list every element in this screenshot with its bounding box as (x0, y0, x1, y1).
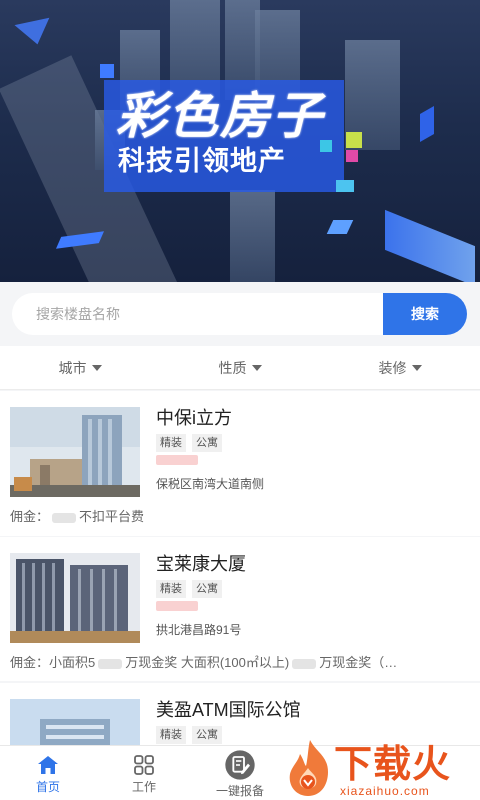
tab-work[interactable]: 工作 (96, 746, 192, 800)
caret-down-icon (251, 365, 262, 371)
filter-label: 性质 (218, 359, 247, 376)
banner-square (346, 150, 358, 162)
banner-square (336, 180, 354, 192)
commission-suffix: 万现金奖（… (319, 655, 398, 670)
listing-name: 宝莱康大厦 (156, 554, 246, 574)
watermark: 下载火 xiazaihuo.com (282, 738, 480, 800)
listing-photo (10, 699, 140, 745)
banner-shape (385, 209, 475, 282)
listing-card[interactable]: 宝莱康大厦 精装 公寓 拱北港昌路91号 佣金：小面积5 万现金奖 大面积(100… (0, 537, 480, 681)
tab-label: 首页 (35, 780, 60, 794)
listing-tag: 精装 (156, 434, 186, 452)
listing-tag: 公寓 (192, 726, 222, 744)
redacted-value (52, 512, 77, 523)
listing-tag: 精装 (156, 726, 186, 744)
tab-label: 工作 (131, 780, 156, 794)
filter-decoration[interactable]: 装修 (320, 346, 480, 389)
redacted-value (292, 658, 317, 669)
caret-down-icon (91, 365, 102, 371)
commission-middle: 万现金奖 大面积(100㎡以上) (125, 655, 290, 670)
watermark-url: xiazaihuo.com (340, 784, 430, 798)
banner-building (230, 190, 275, 282)
filter-label: 城市 (58, 359, 87, 376)
home-icon (38, 756, 58, 774)
flame-logo-icon (289, 740, 328, 796)
banner-shape (14, 3, 56, 45)
listing-photo (10, 407, 140, 497)
filter-city[interactable]: 城市 (0, 346, 160, 389)
banner-square (100, 64, 114, 78)
listing-address: 拱北港昌路91号 (156, 623, 242, 637)
listing-commission: 佣金： 不扣平台费 (10, 508, 465, 526)
search-input[interactable] (12, 293, 392, 335)
caret-down-icon (411, 365, 422, 371)
listing-commission: 佣金：小面积5 万现金奖 大面积(100㎡以上) 万现金奖（… (10, 654, 465, 672)
listing-card[interactable]: 美盈ATM国际公馆 精装 公寓 (0, 683, 480, 745)
listing-tags: 精装 公寓 (156, 580, 222, 598)
listing-tags: 精装 公寓 (156, 434, 222, 452)
banner-square (346, 132, 362, 148)
filter-bar: 城市 性质 装修 (0, 346, 480, 390)
commission-suffix: 不扣平台费 (79, 509, 145, 524)
listing-tags: 精装 公寓 (156, 726, 222, 744)
listing-card[interactable]: 中保i立方 精装 公寓 保税区南湾大道南侧 佣金： 不扣平台费 (0, 391, 480, 536)
listing-tag: 精装 (156, 580, 186, 598)
commission-prefix: 佣金：小面积5 (10, 655, 96, 670)
edit-icon (225, 750, 255, 780)
tab-quick-report[interactable]: 一键报备 (192, 746, 288, 800)
listing-price-redacted (156, 455, 198, 465)
hero-banner: 彩色房子 科技引领地产 (0, 0, 480, 282)
banner-subtitle: 科技引领地产 (118, 146, 286, 176)
listing-tag: 公寓 (192, 434, 222, 452)
banner-shape (420, 105, 434, 143)
search-bar: 搜索 (0, 282, 480, 346)
commission-prefix: 佣金： (10, 509, 50, 524)
banner-shape (326, 220, 354, 234)
filter-type[interactable]: 性质 (160, 346, 320, 389)
banner-title: 彩色房子 (116, 88, 324, 144)
redacted-value (98, 658, 123, 669)
filter-label: 装修 (378, 359, 407, 376)
listing-name: 中保i立方 (156, 408, 232, 428)
tab-label: 一键报备 (215, 784, 264, 798)
listing-photo (10, 553, 140, 643)
grid-icon (134, 755, 154, 775)
listing-list: 中保i立方 精装 公寓 保税区南湾大道南侧 佣金： 不扣平台费 宝莱康大厦 精装… (0, 391, 480, 745)
listing-name: 美盈ATM国际公馆 (156, 700, 301, 720)
listing-price-redacted (156, 601, 198, 611)
listing-address: 保税区南湾大道南侧 (156, 477, 265, 491)
search-button[interactable]: 搜索 (383, 293, 467, 335)
listing-tag: 公寓 (192, 580, 222, 598)
watermark-text: 下载火 (334, 744, 452, 786)
tab-home[interactable]: 首页 (0, 746, 96, 800)
